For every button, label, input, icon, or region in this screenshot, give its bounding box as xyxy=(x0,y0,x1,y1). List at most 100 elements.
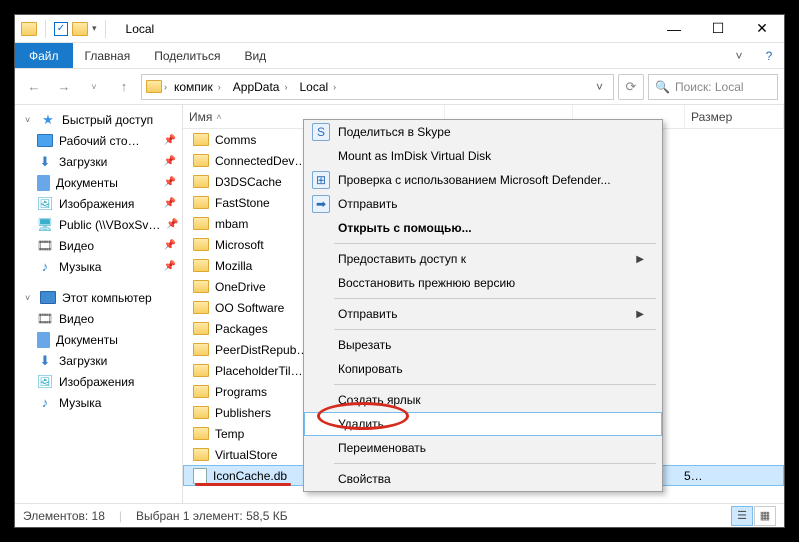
folder-icon xyxy=(193,217,209,230)
file-tab[interactable]: Файл xyxy=(15,43,73,68)
star-icon: ★ xyxy=(40,112,56,128)
context-item[interactable]: Копировать xyxy=(304,357,662,381)
search-icon: 🔍 xyxy=(655,80,670,94)
address-bar: ← → ˅ ↑ › компик› AppData› Local› ˅ ⟳ 🔍 … xyxy=(15,69,784,105)
context-separator xyxy=(334,329,656,330)
pin-icon: 📌 xyxy=(166,219,182,230)
qat-dropdown-icon[interactable]: ▾ xyxy=(92,23,97,34)
context-separator xyxy=(334,243,656,244)
sidebar-quick-access[interactable]: ˅★ Быстрый доступ xyxy=(15,109,182,130)
vid-icon: 🎞 xyxy=(37,238,53,254)
down-icon: ⬇ xyxy=(37,353,53,369)
pin-icon: 📌 xyxy=(164,240,182,251)
context-item[interactable]: Предоставить доступ к▶ xyxy=(304,247,662,271)
context-item[interactable]: Свойства xyxy=(304,467,662,491)
tab-home[interactable]: Главная xyxy=(73,43,143,68)
addr-dropdown-icon[interactable]: ˅ xyxy=(596,80,609,94)
tab-share[interactable]: Поделиться xyxy=(142,43,232,68)
sidebar-item[interactable]: Документы xyxy=(15,329,182,350)
titlebar: ✓ ▾ Local — ☐ ✕ xyxy=(15,15,784,43)
breadcrumb[interactable]: › компик› AppData› Local› ˅ xyxy=(141,74,614,100)
context-separator xyxy=(334,384,656,385)
mus-icon: ♪ xyxy=(37,259,53,275)
maximize-button[interactable]: ☐ xyxy=(696,15,740,43)
sidebar-item[interactable]: ⬇Загрузки xyxy=(15,350,182,371)
context-item[interactable]: Открыть с помощью... xyxy=(304,216,662,240)
folder-icon xyxy=(193,175,209,188)
crumb-2: Local› xyxy=(294,75,341,99)
folder-icon xyxy=(193,364,209,377)
sidebar-item[interactable]: ♪Музыка📌 xyxy=(15,256,182,277)
crumb-0: компик› xyxy=(169,75,226,99)
ribbon-collapse-icon[interactable]: ˅ xyxy=(724,43,754,68)
pin-icon: 📌 xyxy=(164,198,182,209)
pin-icon: 📌 xyxy=(164,177,182,188)
status-count: Элементов: 18 xyxy=(23,509,105,523)
sidebar-item[interactable]: Документы📌 xyxy=(15,172,182,193)
help-icon[interactable]: ? xyxy=(754,43,784,68)
folder-icon xyxy=(193,154,209,167)
context-item[interactable]: Переименовать xyxy=(304,436,662,460)
explorer-window: ✓ ▾ Local — ☐ ✕ Файл Главная Поделиться … xyxy=(14,14,785,528)
img-icon: 🖼 xyxy=(37,196,53,212)
col-size[interactable]: Размер xyxy=(685,105,784,128)
annotation-ellipse xyxy=(317,402,409,430)
sidebar-item[interactable]: 🎞Видео xyxy=(15,308,182,329)
context-item[interactable]: ➡Отправить xyxy=(304,192,662,216)
qat-newfolder-icon[interactable] xyxy=(72,22,88,36)
pc-icon xyxy=(40,291,56,304)
sidebar-item[interactable]: 🖼Изображения📌 xyxy=(15,193,182,214)
up-button[interactable]: ↑ xyxy=(111,74,137,100)
context-item[interactable]: Восстановить прежнюю версию xyxy=(304,271,662,295)
sidebar-item[interactable]: ⬇Загрузки📌 xyxy=(15,151,182,172)
net-icon: 🖥 xyxy=(37,217,53,233)
context-item[interactable]: Отправить▶ xyxy=(304,302,662,326)
pin-icon: 📌 xyxy=(164,135,182,146)
folder-icon xyxy=(193,259,209,272)
context-separator xyxy=(334,463,656,464)
view-icons-button[interactable]: ▦ xyxy=(754,506,776,526)
sidebar: ˅★ Быстрый доступ Рабочий сто…📌⬇Загрузки… xyxy=(15,105,183,503)
ribbon: Файл Главная Поделиться Вид ˅ ? xyxy=(15,43,784,69)
sidebar-this-pc[interactable]: ˅ Этот компьютер xyxy=(15,287,182,308)
folder-icon xyxy=(193,238,209,251)
doc-icon xyxy=(37,332,50,348)
context-item[interactable]: Mount as ImDisk Virtual Disk xyxy=(304,144,662,168)
context-item[interactable]: Вырезать xyxy=(304,333,662,357)
crumb-1: AppData› xyxy=(228,75,293,99)
forward-button[interactable]: → xyxy=(51,74,77,100)
folder-icon xyxy=(193,406,209,419)
down-icon: ⬇ xyxy=(37,154,53,170)
sidebar-item[interactable]: Рабочий сто…📌 xyxy=(15,130,182,151)
context-item-icon: ⊞ xyxy=(312,171,330,189)
sidebar-item[interactable]: 🖼Изображения xyxy=(15,371,182,392)
tab-view[interactable]: Вид xyxy=(232,43,278,68)
submenu-arrow-icon: ▶ xyxy=(636,254,644,265)
sidebar-item[interactable]: ♪Музыка xyxy=(15,392,182,413)
annotation-underline xyxy=(195,483,291,486)
view-details-button[interactable]: ☰ xyxy=(731,506,753,526)
desk-icon xyxy=(37,134,53,147)
context-item[interactable]: SПоделиться в Skype xyxy=(304,120,662,144)
sidebar-item[interactable]: 🎞Видео📌 xyxy=(15,235,182,256)
folder-icon xyxy=(193,448,209,461)
folder-icon xyxy=(193,385,209,398)
folder-icon xyxy=(193,133,209,146)
history-dropdown[interactable]: ˅ xyxy=(81,74,107,100)
pin-icon: 📌 xyxy=(164,156,182,167)
folder-icon xyxy=(193,322,209,335)
file-icon xyxy=(193,468,207,484)
img-icon: 🖼 xyxy=(37,374,53,390)
folder-icon xyxy=(193,301,209,314)
context-item-icon: S xyxy=(312,123,330,141)
minimize-button[interactable]: — xyxy=(652,15,696,43)
qat-properties-icon[interactable]: ✓ xyxy=(54,22,68,36)
search-input[interactable]: 🔍 Поиск: Local xyxy=(648,74,778,100)
context-item[interactable]: ⊞Проверка с использованием Microsoft Def… xyxy=(304,168,662,192)
app-icon xyxy=(21,22,37,36)
sidebar-item[interactable]: 🖥Public (\\VBoxSv…📌 xyxy=(15,214,182,235)
context-menu: SПоделиться в SkypeMount as ImDisk Virtu… xyxy=(303,119,663,492)
refresh-button[interactable]: ⟳ xyxy=(618,74,644,100)
close-button[interactable]: ✕ xyxy=(740,15,784,43)
back-button[interactable]: ← xyxy=(21,74,47,100)
